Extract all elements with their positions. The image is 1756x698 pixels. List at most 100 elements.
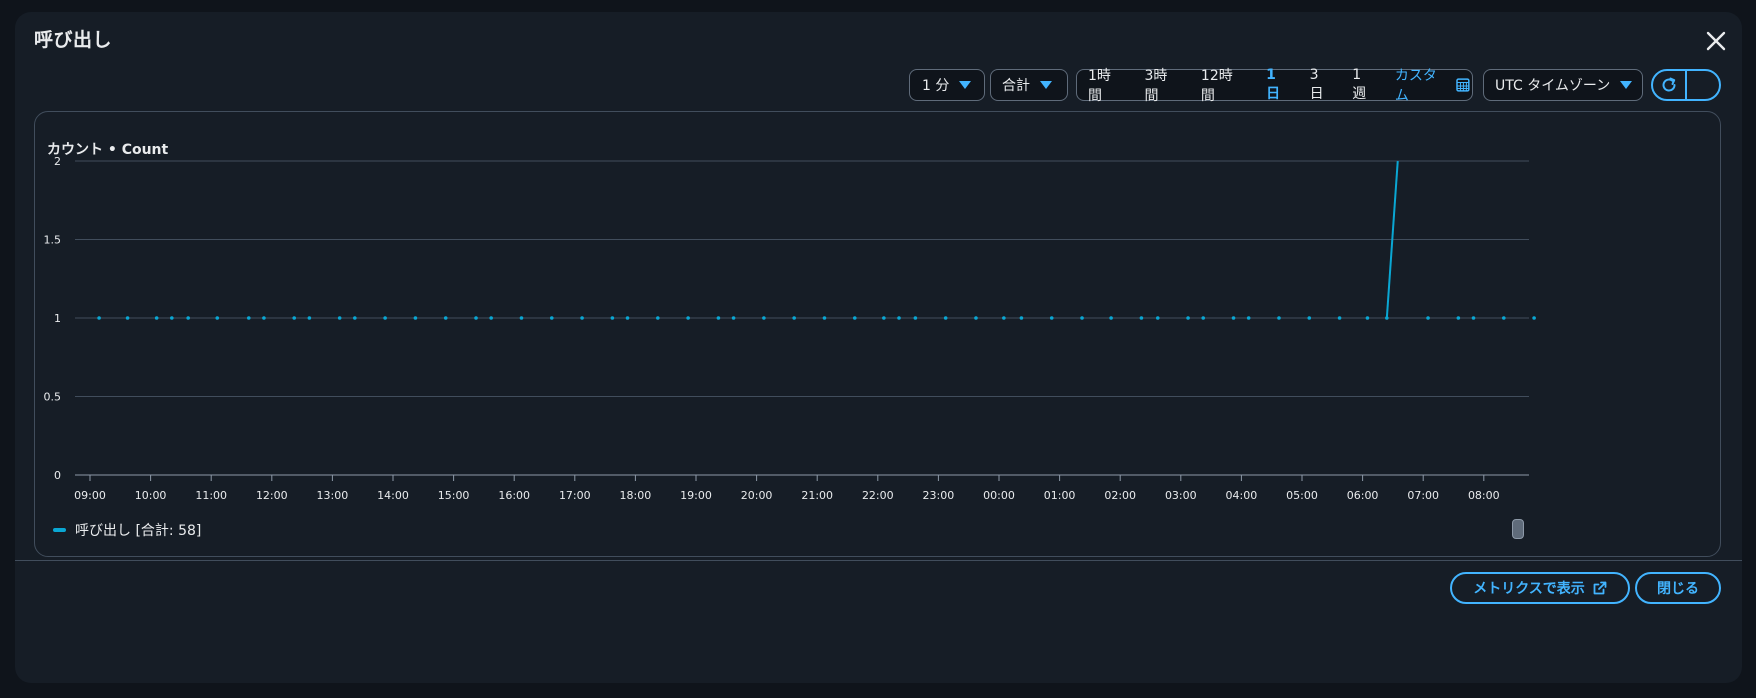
data-point	[852, 316, 857, 320]
x-tick-label: 07:00	[1407, 489, 1439, 502]
caret-down-icon	[959, 81, 972, 89]
chart-panel: カウント • Count 0 0.5 1 1.5 2 09:00 10:00 11:00 12:…	[34, 111, 1721, 557]
data-point	[443, 316, 448, 320]
view-in-metrics-label: メトリクスで表示	[1473, 581, 1585, 597]
data-point	[1365, 316, 1370, 320]
range-3d[interactable]: 3日	[1300, 67, 1343, 103]
footer-divider	[15, 560, 1742, 561]
range-custom[interactable]: カスタム	[1385, 65, 1456, 105]
data-point	[307, 316, 312, 320]
legend-swatch	[53, 528, 66, 532]
x-tick-label: 08:00	[1468, 489, 1500, 502]
x-tick-label: 01:00	[1044, 489, 1076, 502]
x-tick-label: 11:00	[195, 489, 227, 502]
data-point	[580, 316, 584, 320]
x-tick-label: 13:00	[317, 489, 349, 502]
calendar-icon[interactable]	[1456, 78, 1470, 92]
period-select[interactable]: 1 分	[909, 69, 985, 101]
data-point	[549, 316, 554, 320]
refresh-icon	[1662, 77, 1676, 92]
x-tick-label: 05:00	[1286, 489, 1318, 502]
x-tick-label: 19:00	[680, 489, 712, 502]
period-value: 1 分	[922, 78, 950, 94]
data-point	[1307, 316, 1312, 320]
refresh-options-button[interactable]	[1687, 71, 1719, 99]
data-point	[1186, 316, 1190, 320]
data-point	[822, 316, 827, 320]
data-point	[1002, 316, 1006, 320]
y-tick-label: 1	[54, 312, 61, 325]
x-tick-label: 14:00	[377, 489, 409, 502]
y-tick-label: 1.5	[44, 234, 62, 247]
data-point	[1080, 316, 1084, 320]
data-point	[1337, 316, 1342, 320]
close-icon[interactable]	[1703, 28, 1729, 54]
data-point	[170, 316, 174, 320]
close-button[interactable]: 閉じる	[1635, 572, 1721, 604]
range-1w[interactable]: 1週	[1342, 67, 1385, 103]
x-tick-label: 02:00	[1104, 489, 1136, 502]
data-point	[1201, 316, 1206, 320]
data-point	[1471, 316, 1476, 320]
y-tick-label: 0.5	[44, 391, 62, 404]
statistic-value: 合計	[1002, 78, 1030, 94]
legend-label: 呼び出し [合計: 58]	[75, 523, 202, 539]
data-point	[489, 316, 493, 320]
data-point	[974, 316, 978, 320]
x-tick-label: 12:00	[256, 489, 288, 502]
data-point	[186, 316, 190, 320]
range-1h[interactable]: 1時間	[1078, 65, 1134, 105]
data-point	[610, 316, 615, 320]
x-tick-label: 04:00	[1226, 489, 1258, 502]
data-point	[246, 316, 251, 320]
refresh-button[interactable]	[1653, 71, 1685, 99]
data-point	[292, 316, 297, 320]
data-point	[1385, 316, 1389, 320]
range-12h[interactable]: 12時間	[1191, 65, 1256, 105]
time-range-selector: 1時間 3時間 12時間 1日 3日 1週 カスタム	[1076, 67, 1473, 104]
data-point	[1456, 316, 1461, 320]
data-point	[383, 316, 387, 320]
x-tick-label: 03:00	[1165, 489, 1197, 502]
data-point	[353, 316, 357, 320]
view-in-metrics-button[interactable]: メトリクスで表示	[1450, 572, 1630, 604]
line-chart: 0 0.5 1 1.5 2 09:00 10:00 11:00 12:00 13:00 14:00 1…	[44, 155, 1536, 502]
data-point	[337, 316, 342, 320]
data-point	[882, 316, 886, 320]
x-tick-label: 21:00	[801, 489, 833, 502]
close-button-label: 閉じる	[1657, 581, 1699, 597]
data-point	[1277, 316, 1281, 320]
data-point	[413, 316, 418, 320]
data-point	[1109, 316, 1113, 320]
data-point	[656, 316, 660, 320]
data-point	[1532, 316, 1536, 320]
legend-scroll-handle[interactable]	[1512, 519, 1524, 539]
timezone-value: UTC タイムゾーン	[1495, 78, 1611, 94]
data-point	[262, 316, 266, 320]
caret-down-icon	[1040, 81, 1052, 89]
x-tick-label: 00:00	[983, 489, 1015, 502]
x-tick-label: 10:00	[135, 489, 167, 502]
data-point	[762, 316, 766, 320]
data-point	[1231, 316, 1236, 320]
timezone-select[interactable]: UTC タイムゾーン	[1483, 69, 1643, 101]
chart-legend[interactable]: 呼び出し [合計: 58]	[53, 520, 201, 540]
data-point	[1139, 316, 1144, 320]
range-1d[interactable]: 1日	[1256, 67, 1299, 103]
data-point	[1246, 316, 1251, 320]
data-point	[897, 316, 901, 320]
toolbar: 1 分 合計 1時間 3時間 12時間 1日 3日 1週 カスタム UTC タイ…	[15, 67, 1742, 104]
data-point	[1049, 316, 1054, 320]
data-point	[519, 316, 524, 320]
range-3h[interactable]: 3時間	[1134, 65, 1190, 105]
data-point	[716, 316, 721, 320]
data-point	[474, 316, 478, 320]
data-point	[943, 316, 948, 320]
external-link-icon	[1593, 581, 1607, 595]
data-point	[792, 316, 796, 320]
data-point	[1155, 316, 1160, 320]
data-point	[1019, 316, 1024, 320]
x-tick-label: 06:00	[1347, 489, 1379, 502]
data-point	[154, 316, 159, 320]
statistic-select[interactable]: 合計	[990, 69, 1068, 101]
